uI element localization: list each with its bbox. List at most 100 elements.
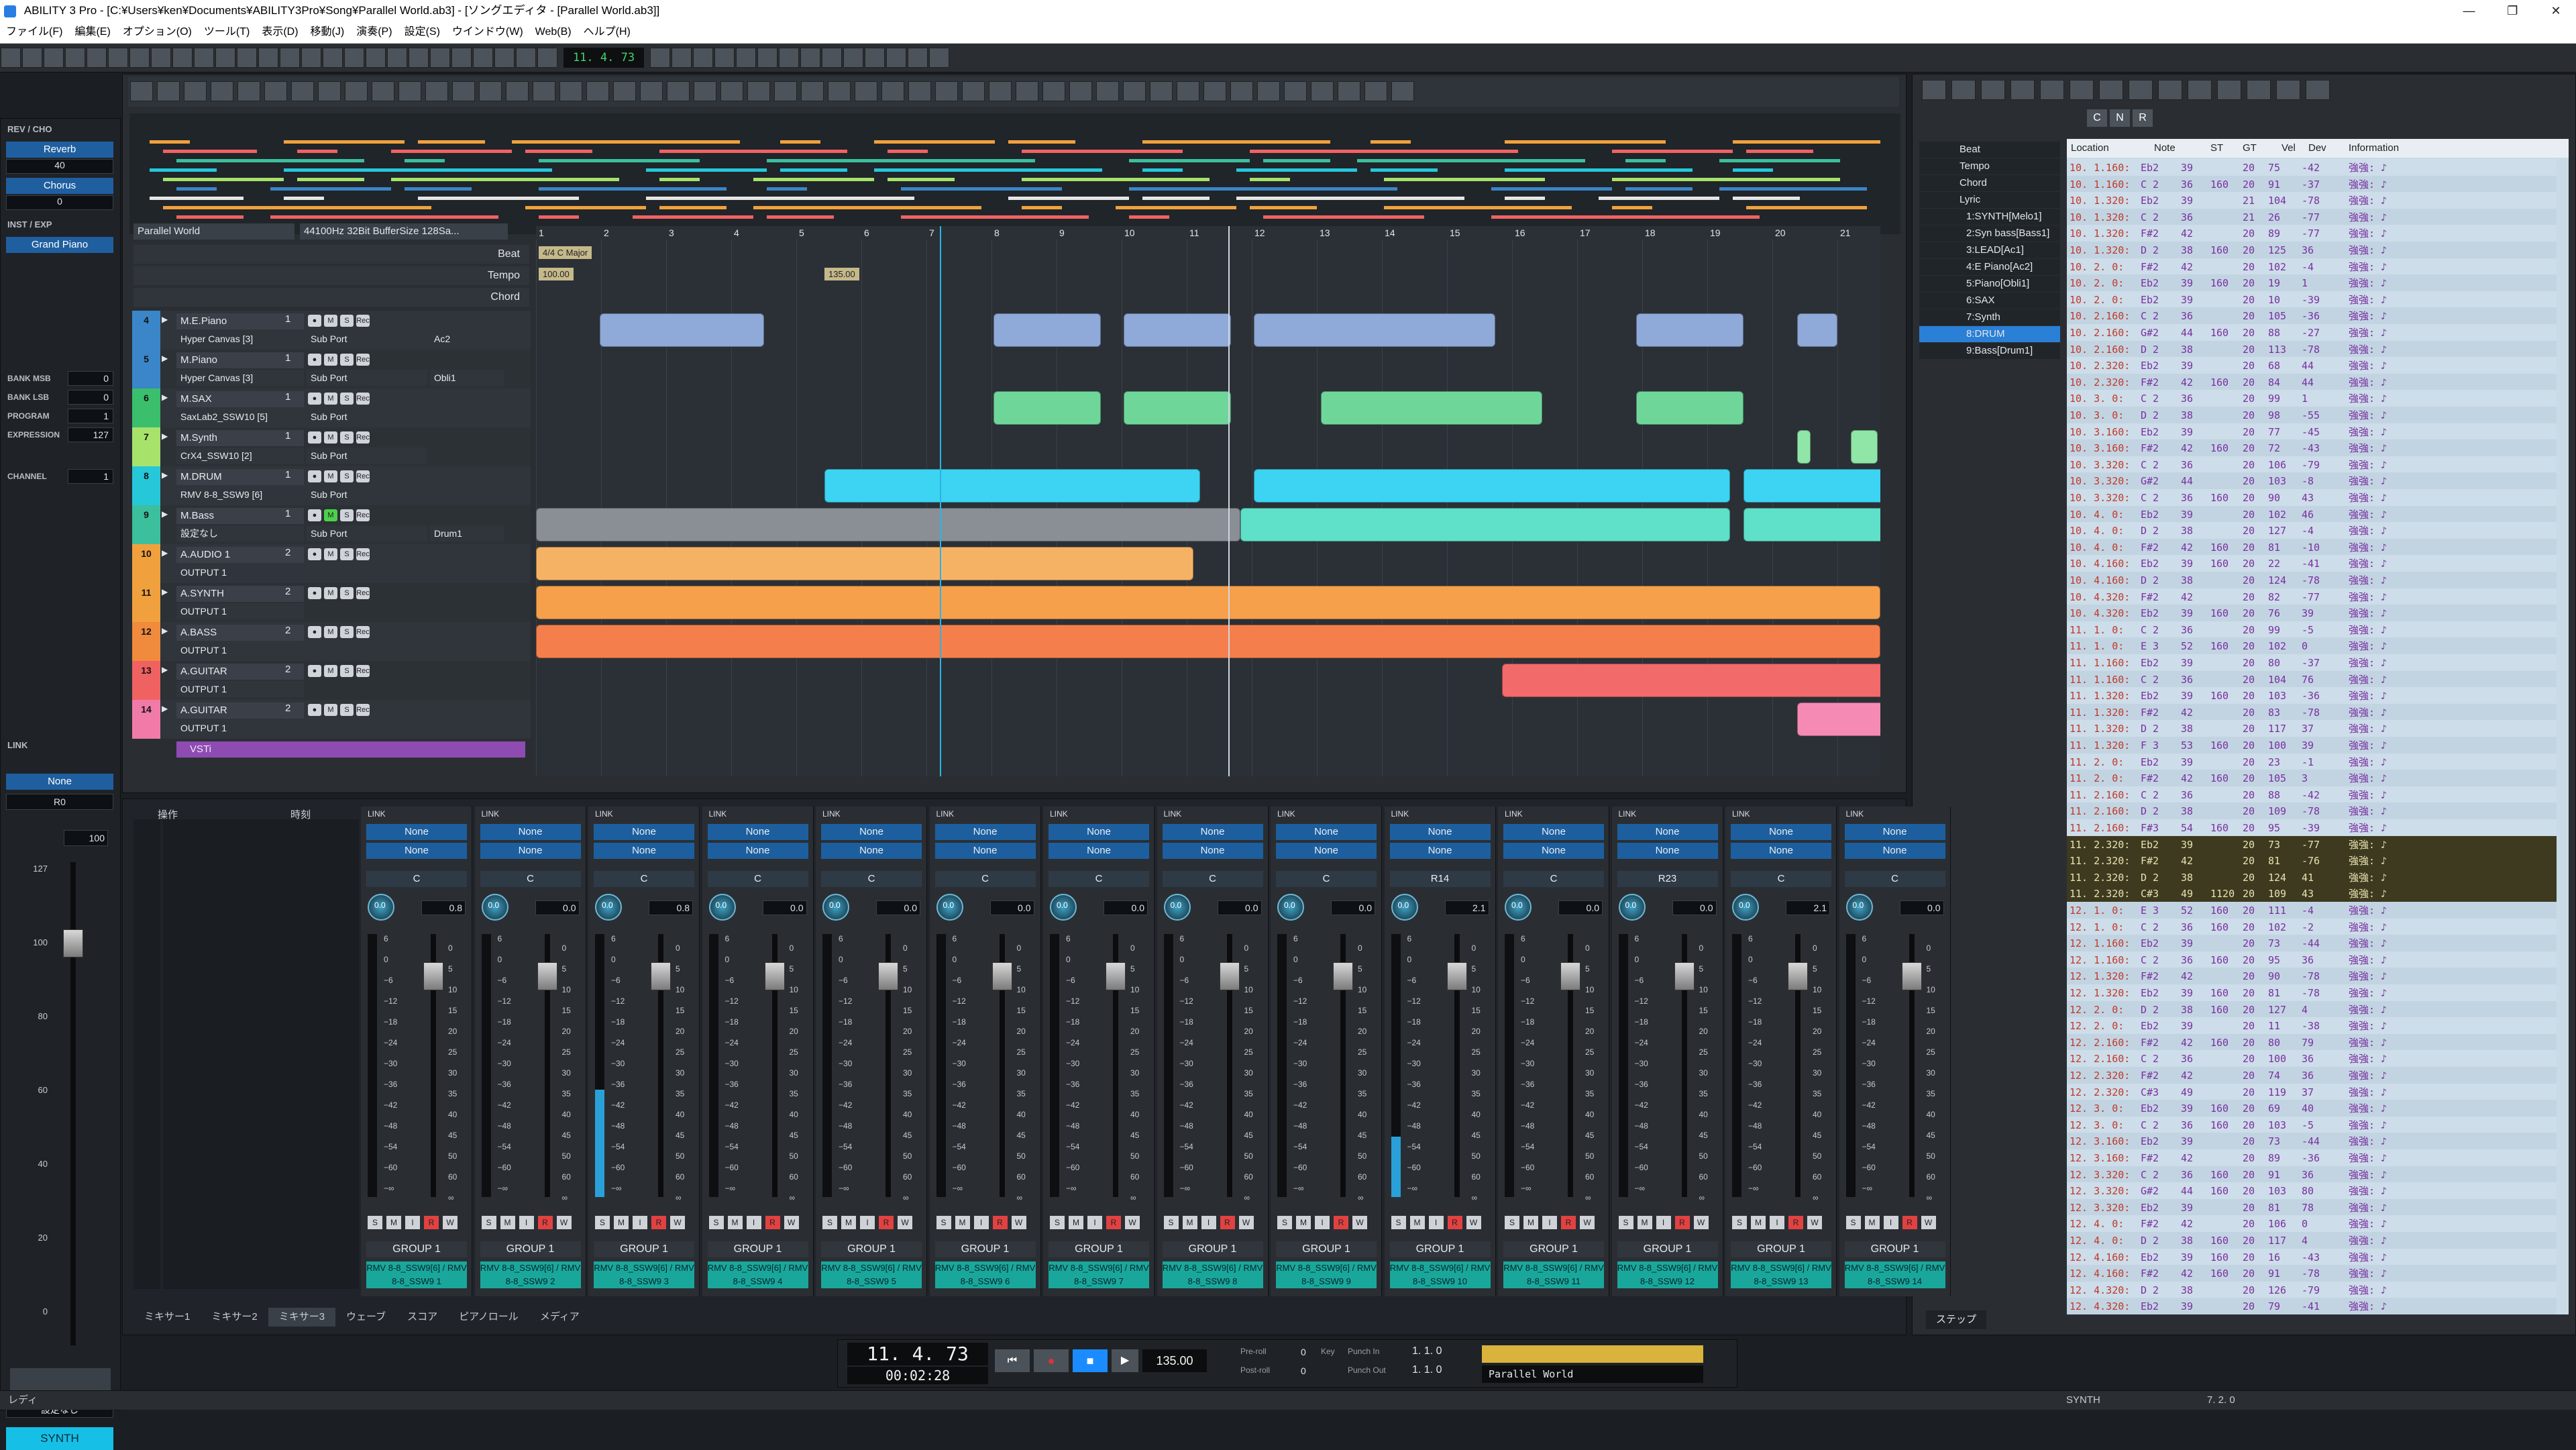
song-toolbar-button[interactable] [855, 81, 877, 101]
send-select[interactable]: None [707, 824, 808, 840]
event-row[interactable]: 10. 3.160: F#2 42 160 20 72 -43 強強: ♪ [2067, 439, 2557, 458]
song-toolbar-button[interactable] [1203, 81, 1226, 101]
event-row[interactable]: 12. 2.320: F#2 42 20 74 36 強強: ♪ [2067, 1067, 2557, 1084]
track-expand-icon[interactable]: ▶ [162, 626, 174, 638]
inspector-param-value[interactable]: 0 [68, 371, 113, 386]
reverb-value[interactable]: 40 [6, 159, 113, 174]
strip-r-button[interactable]: R [1674, 1216, 1690, 1229]
event-row[interactable]: 11. 1.320: Eb2 39 160 20 103 -36 強強: ♪ [2067, 687, 2557, 705]
event-row[interactable]: 10. 1.320: D 2 38 160 20 125 36 強強: ♪ [2067, 242, 2557, 259]
channel-fader[interactable] [1106, 962, 1126, 990]
group-label[interactable]: GROUP 1 [1617, 1241, 1718, 1257]
track-extra[interactable]: Obli1 [430, 370, 504, 386]
track-header[interactable]: 9 ▶ M.Bass 設定なし 1 ● M S Rec Sub Port Drum1 [132, 505, 531, 544]
toolbar-button[interactable] [473, 48, 493, 68]
event-row[interactable]: 11. 2.160: D 2 38 20 109 -78 強強: ♪ [2067, 802, 2557, 821]
group-label[interactable]: GROUP 1 [1731, 1241, 1831, 1257]
link-toggle[interactable]: LINK [1505, 809, 1523, 819]
track-arm-button[interactable]: Rec [356, 704, 370, 716]
strip-i-button[interactable]: I [405, 1216, 420, 1229]
track-expand-icon[interactable]: ▶ [162, 470, 174, 482]
track-arm-button[interactable]: Rec [356, 431, 370, 444]
song-toolbar-button[interactable] [533, 81, 555, 101]
plugin-slot[interactable]: RMV 8-8_SSW9[6] / RMV 8-8_SSW9 14 [1844, 1261, 1945, 1288]
channel-fader[interactable] [651, 962, 671, 990]
link-toggle[interactable]: LINK [936, 809, 955, 819]
song-toolbar-button[interactable] [1311, 81, 1334, 101]
editor-tab[interactable]: スコア [396, 1308, 448, 1327]
song-toolbar-button[interactable] [318, 81, 341, 101]
track-mute-button[interactable]: M [324, 626, 337, 638]
track-mute-button[interactable]: M [324, 393, 337, 405]
song-toolbar-button[interactable] [425, 81, 448, 101]
song-toolbar-button[interactable] [694, 81, 716, 101]
beat-marker[interactable]: 4/4 C Major [539, 246, 592, 259]
toolbar-button[interactable] [65, 48, 85, 68]
send-select[interactable]: None [1389, 824, 1491, 840]
song-toolbar-button[interactable] [613, 81, 636, 101]
track-mute-button[interactable]: M [324, 548, 337, 560]
link-toggle[interactable]: LINK [1391, 809, 1409, 819]
toolbar-button[interactable] [301, 48, 321, 68]
strip-m-button[interactable]: M [1751, 1216, 1766, 1229]
track-arm-button[interactable]: Rec [356, 354, 370, 366]
plugin-slot[interactable]: RMV 8-8_SSW9[6] / RMV 8-8_SSW9 11 [1503, 1261, 1604, 1288]
event-column-header[interactable]: GT [2243, 139, 2257, 158]
insert-select[interactable]: None [594, 843, 694, 859]
song-toolbar-button[interactable] [747, 81, 770, 101]
channel-fader[interactable] [1674, 962, 1695, 990]
inspector-param-value[interactable]: 0 [68, 390, 113, 405]
event-toolbar-button[interactable] [1951, 80, 1976, 100]
track-expand-icon[interactable]: ▶ [162, 587, 174, 599]
event-track-item[interactable]: 1:SYNTH[Melo1] [1919, 209, 2060, 225]
menu-item[interactable]: ツール(T) [198, 21, 256, 43]
inspector-param-value[interactable]: 1 [68, 409, 113, 423]
insert-select[interactable]: None [1276, 843, 1377, 859]
event-row[interactable]: 12. 4. 0: F#2 42 20 106 0 強強: ♪ [2067, 1215, 2557, 1233]
strip-r-button[interactable]: R [1561, 1216, 1576, 1229]
strip-w-button[interactable]: W [1011, 1216, 1026, 1229]
strip-i-button[interactable]: I [633, 1216, 647, 1229]
level-value[interactable]: 0.0 [1331, 900, 1375, 915]
strip-w-button[interactable]: W [670, 1216, 685, 1229]
strip-m-button[interactable]: M [1523, 1216, 1538, 1229]
track-port[interactable]: Sub Port [307, 525, 427, 541]
strip-m-button[interactable]: M [955, 1216, 970, 1229]
track-port[interactable]: Sub Port [307, 409, 427, 425]
group-label[interactable]: GROUP 1 [821, 1241, 922, 1257]
channel-fader[interactable] [764, 962, 785, 990]
track-mute-button[interactable]: M [324, 704, 337, 716]
tempo-marker-1[interactable]: 100.00 [539, 268, 574, 280]
event-row[interactable]: 10. 1.320: Eb2 39 21 104 -78 強強: ♪ [2067, 192, 2557, 210]
channel-fader[interactable] [878, 962, 898, 990]
pan-value[interactable]: C [1276, 871, 1377, 887]
pan-value[interactable]: C [480, 871, 581, 887]
strip-w-button[interactable]: W [443, 1216, 458, 1229]
song-toolbar-button[interactable] [1150, 81, 1173, 101]
event-row[interactable]: 10. 4.160: Eb2 39 160 20 22 -41 強強: ♪ [2067, 555, 2557, 573]
event-row[interactable]: 10. 4. 0: D 2 38 20 127 -4 強強: ♪ [2067, 522, 2557, 540]
event-row[interactable]: 12. 2.320: C#3 49 20 119 37 強強: ♪ [2067, 1083, 2557, 1101]
toolbar-button[interactable] [215, 48, 235, 68]
event-row[interactable]: 12. 3.160: Eb2 39 20 73 -44 強強: ♪ [2067, 1133, 2557, 1151]
strip-w-button[interactable]: W [1807, 1216, 1822, 1229]
send-select[interactable]: None [821, 824, 922, 840]
strip-m-button[interactable]: M [500, 1216, 515, 1229]
level-value[interactable]: 0.0 [535, 900, 580, 915]
toolbar-button[interactable] [908, 48, 928, 68]
record-button[interactable]: ● [1034, 1349, 1069, 1372]
send-select[interactable]: None [1731, 824, 1831, 840]
event-track-item[interactable]: 4:E Piano[Ac2] [1919, 259, 2060, 275]
track-solo-button[interactable]: S [340, 548, 354, 560]
clip[interactable] [1321, 391, 1542, 425]
plugin-slot[interactable]: RMV 8-8_SSW9[6] / RMV 8-8_SSW9 3 [594, 1261, 694, 1288]
event-row[interactable]: 10. 2. 0: Eb2 39 20 10 -39 強強: ♪ [2067, 291, 2557, 309]
event-row[interactable]: 12. 4.160: Eb2 39 160 20 16 -43 強強: ♪ [2067, 1248, 2557, 1266]
strip-m-button[interactable]: M [841, 1216, 856, 1229]
toolbar-button[interactable] [129, 48, 150, 68]
toolbar-button[interactable] [865, 48, 885, 68]
clip[interactable] [1743, 508, 1880, 541]
send-select[interactable]: None [1162, 824, 1263, 840]
track-instrument[interactable]: SaxLab2_SSW10 [5] [176, 409, 304, 425]
track-rec-button[interactable]: ● [308, 665, 321, 677]
